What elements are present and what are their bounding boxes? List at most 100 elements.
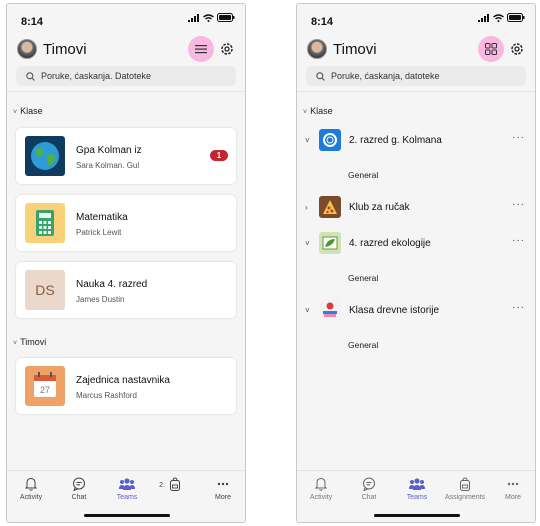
class-name: Nauka 4. razred — [76, 279, 148, 290]
status-time: 8:14 — [21, 16, 44, 28]
avatar[interactable] — [17, 39, 37, 59]
team-card[interactable]: 27 Zajednica nastavnika Marcus Rashford — [16, 358, 236, 414]
section-label: Klase — [20, 106, 43, 116]
chevron-down-icon: ˅ — [305, 239, 310, 248]
class-owner: Sara Kolman. Gul — [76, 161, 140, 170]
section-header-classes[interactable]: ˅ Klase — [13, 106, 43, 116]
chat-icon — [73, 477, 85, 491]
nav-label: Chat — [361, 494, 377, 501]
class-owner: James Dustin — [76, 295, 125, 304]
grid-view-button[interactable] — [478, 36, 504, 62]
class-initials-avatar: DS — [25, 270, 65, 310]
header: Timovi — [15, 36, 237, 64]
channel-general[interactable]: General — [348, 340, 378, 350]
section-header-teams[interactable]: ˅ Timovi — [13, 337, 46, 347]
wifi-icon — [493, 13, 504, 22]
nav-label: 2. — [159, 482, 165, 489]
search-input[interactable]: Poruke, ćaskanja, datoteke — [306, 66, 526, 86]
books-apple-icon — [319, 299, 341, 321]
section-label: Klase — [310, 106, 333, 116]
team-row[interactable]: ˅ 2. razred g. Kolmana ··· — [303, 129, 525, 153]
nav-chat[interactable]: Chat — [349, 476, 389, 501]
page-title: Timovi — [333, 41, 377, 58]
nav-more[interactable]: More — [493, 476, 533, 501]
nav-chat[interactable]: Chat — [59, 476, 99, 501]
hamburger-icon — [195, 45, 207, 54]
unread-badge: 1 — [210, 150, 228, 161]
teams-icon — [119, 478, 135, 490]
status-icons — [478, 13, 525, 22]
phone-grid-view: 8:14 Timovi Poruke, ćaskanja, datoteke ˅… — [296, 3, 536, 523]
nav-label: Chat — [71, 494, 87, 501]
bottom-nav: Activity Chat Teams Assignments More — [297, 470, 535, 522]
status-icons — [188, 13, 235, 22]
teams-icon — [409, 478, 425, 490]
section-header-classes[interactable]: ˅ Klase — [303, 106, 333, 116]
team-name: Klasa drevne istorije — [349, 305, 440, 316]
nav-more[interactable]: More — [203, 476, 243, 501]
header: Timovi — [305, 36, 527, 64]
list-view-button[interactable] — [188, 36, 214, 62]
more-options-icon[interactable]: ··· — [512, 132, 525, 143]
nav-label: Activity — [309, 494, 333, 501]
nav-teams[interactable]: Teams — [107, 476, 147, 501]
team-row[interactable]: › Klub za ručak ··· — [303, 196, 525, 220]
more-options-icon[interactable]: ··· — [512, 235, 525, 246]
search-input[interactable]: Poruke, ćaskanja. Datoteke — [16, 66, 236, 86]
search-placeholder: Poruke, ćaskanja. Datoteke — [41, 71, 152, 81]
battery-icon — [507, 13, 525, 22]
battery-icon — [217, 13, 235, 22]
gear-icon[interactable] — [219, 41, 235, 57]
class-card[interactable]: Matematika Patrick Lewit — [16, 195, 236, 251]
phone-list-view: 8:14 Timovi Poruke, ćaskanja. Datoteke ˅… — [6, 3, 246, 523]
chevron-down-icon: ˅ — [303, 109, 308, 116]
search-icon — [26, 71, 35, 81]
calculator-icon — [25, 203, 65, 243]
backpack-icon — [170, 477, 180, 491]
backpack-icon — [460, 477, 470, 491]
chevron-down-icon: ˅ — [305, 306, 310, 315]
chevron-down-icon: ˅ — [13, 340, 18, 347]
nav-activity[interactable]: Activity — [11, 476, 51, 501]
bottom-nav: Activity Chat Teams 2. More — [7, 470, 245, 522]
pizza-icon — [319, 196, 341, 218]
more-icon — [507, 482, 519, 486]
status-bar: 8:14 — [21, 12, 235, 28]
team-row[interactable]: ˅ 4. razred ekologije ··· — [303, 232, 525, 256]
status-time: 8:14 — [311, 16, 334, 28]
nav-label: Assignments — [444, 494, 486, 501]
search-icon — [316, 71, 325, 81]
bell-icon — [315, 477, 327, 491]
nav-label: More — [215, 494, 231, 501]
calendar-icon: 27 — [25, 366, 65, 406]
team-name: Klub za ručak — [349, 202, 410, 213]
nav-assignments[interactable]: Assignments — [441, 476, 489, 501]
channel-general[interactable]: General — [348, 170, 378, 180]
leaf-icon — [319, 232, 341, 254]
class-card[interactable]: DS Nauka 4. razred James Dustin — [16, 262, 236, 318]
chevron-right-icon: › — [305, 203, 308, 212]
avatar[interactable] — [307, 39, 327, 59]
more-options-icon[interactable]: ··· — [512, 302, 525, 313]
screenshot-stage: 8:14 Timovi Poruke, ćaskanja. Datoteke ˅… — [0, 0, 540, 526]
nav-activity[interactable]: Activity — [301, 476, 341, 501]
nav-label: Activity — [19, 494, 43, 501]
nav-label: More — [505, 494, 521, 501]
gear-icon[interactable] — [509, 41, 525, 57]
calendar-day: 27 — [40, 385, 50, 395]
class-name: Matematika — [76, 212, 128, 223]
teams-tree: ˅ Klase ˅ 2. razred g. Kolmana ··· Genera… — [297, 91, 535, 470]
home-indicator — [374, 514, 460, 517]
class-card[interactable]: Gpa Kolman iz Sara Kolman. Gul 1 — [16, 128, 236, 184]
more-options-icon[interactable]: ··· — [512, 199, 525, 210]
wifi-icon — [203, 13, 214, 22]
nav-assignments[interactable]: 2. — [155, 476, 195, 501]
chevron-down-icon: ˅ — [13, 109, 18, 116]
nav-teams[interactable]: Teams — [397, 476, 437, 501]
more-icon — [217, 482, 229, 486]
team-row[interactable]: ˅ Klasa drevne istorije ··· — [303, 299, 525, 323]
nav-label: Teams — [116, 494, 138, 501]
team-name: 2. razred g. Kolmana — [349, 135, 442, 146]
bell-icon — [25, 477, 37, 491]
channel-general[interactable]: General — [348, 273, 378, 283]
